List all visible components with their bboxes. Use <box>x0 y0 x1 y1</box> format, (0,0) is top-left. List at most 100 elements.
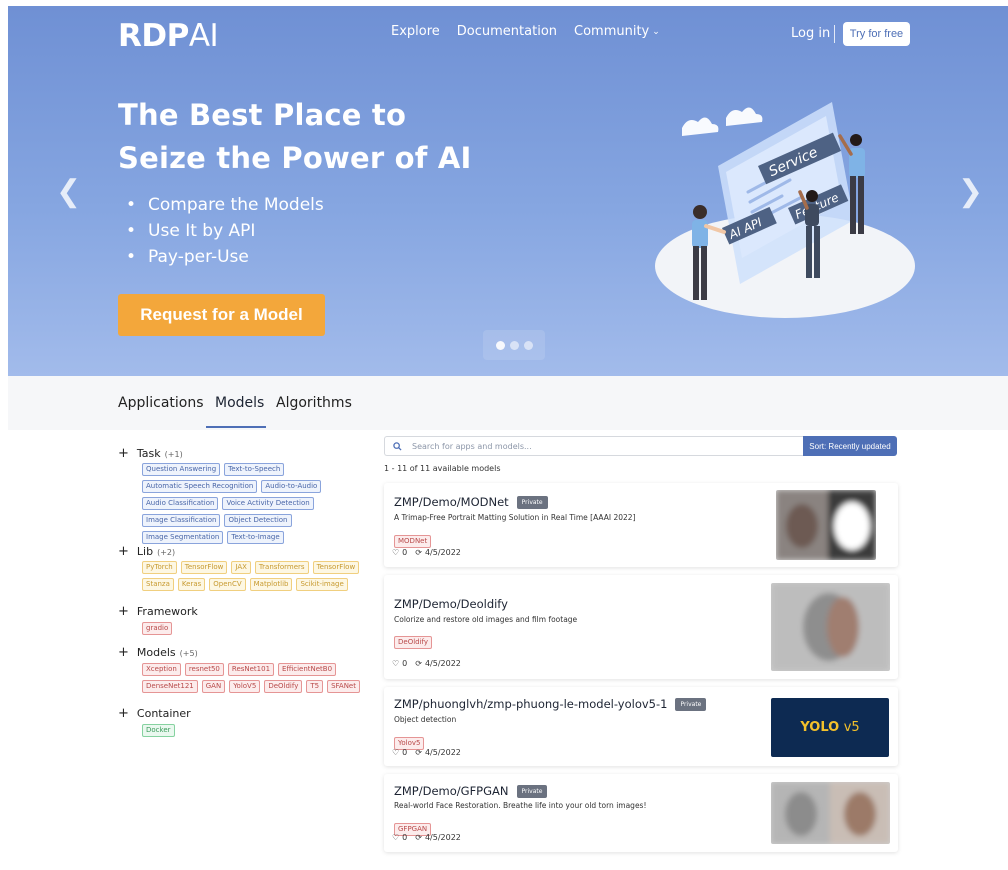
filter-tag[interactable]: DenseNet121 <box>142 680 198 693</box>
tab-models[interactable]: Models <box>215 395 264 411</box>
filter-container-tags: Docker <box>142 724 374 737</box>
search-icon <box>393 441 402 451</box>
hero-bullet: Pay-per-Use <box>126 244 324 270</box>
model-card-title[interactable]: ZMP/Demo/GFPGAN Private <box>394 784 548 798</box>
filter-tag[interactable]: resnet50 <box>184 663 224 676</box>
plus-icon: + <box>118 645 129 660</box>
filter-tag[interactable]: Docker <box>142 724 175 737</box>
filter-tag[interactable]: Keras <box>177 578 206 591</box>
tab-applications[interactable]: Applications <box>118 395 204 411</box>
model-card[interactable]: ZMP/phuonglvh/zmp-phuong-le-model-yolov5… <box>384 687 898 766</box>
carousel-indicators <box>483 330 545 360</box>
nav-explore[interactable]: Explore <box>391 24 440 39</box>
heart-icon[interactable]: ♡ <box>392 659 399 668</box>
refresh-icon: ⟳ <box>415 833 422 842</box>
filter-tag[interactable]: Stanza <box>142 578 174 591</box>
hero-bullets: Compare the Models Use It by API Pay-per… <box>126 192 324 270</box>
search-box <box>384 436 804 456</box>
plus-icon: + <box>118 446 129 461</box>
filter-tag[interactable]: Scikit-image <box>296 578 348 591</box>
filter-tag[interactable]: Transformers <box>254 561 309 574</box>
filter-container-toggle[interactable]: + Container <box>118 706 191 721</box>
carousel-dot[interactable] <box>523 340 533 350</box>
filter-tag[interactable]: Object Detection <box>224 514 292 527</box>
model-card[interactable]: ZMP/Demo/Deoldify Colorize and restore o… <box>384 575 898 679</box>
filter-tag[interactable]: TensorFlow <box>312 561 360 574</box>
filter-lib-toggle[interactable]: + Lib (+2) <box>118 544 175 559</box>
model-card-stats: ♡ 0 ⟳ 4/5/2022 <box>392 748 461 757</box>
filter-tag[interactable]: Image Classification <box>142 514 221 527</box>
login-link[interactable]: Log in <box>791 26 830 41</box>
filter-tag[interactable]: GAN <box>201 680 226 693</box>
private-badge: Private <box>675 697 707 711</box>
filter-framework-toggle[interactable]: + Framework <box>118 604 198 619</box>
nav-divider <box>834 25 835 43</box>
filter-tag[interactable]: Image Segmentation <box>142 531 224 544</box>
model-card-stats: ♡ 0 ⟳ 4/5/2022 <box>392 548 461 557</box>
try-for-free-button[interactable]: Try for free <box>843 22 910 46</box>
filter-tag[interactable]: PyTorch <box>142 561 177 574</box>
carousel-prev-icon[interactable]: ❮ <box>56 174 81 209</box>
filter-lib-tags: PyTorch TensorFlow JAX Transformers Tens… <box>142 561 374 591</box>
carousel-dot[interactable] <box>495 340 505 350</box>
model-card-description: Real-world Face Restoration. Breathe lif… <box>394 801 647 810</box>
sort-button[interactable]: Sort: Recently updated <box>803 436 897 456</box>
request-model-button[interactable]: Request for a Model <box>118 294 325 336</box>
filter-tag[interactable]: DeOldify <box>264 680 303 693</box>
carousel-dot[interactable] <box>509 340 519 350</box>
heart-icon[interactable]: ♡ <box>392 748 399 757</box>
filter-tag[interactable]: Matplotlib <box>249 578 293 591</box>
model-card-title[interactable]: ZMP/Demo/Deoldify <box>394 597 508 611</box>
nav-community[interactable]: Community ⌄ <box>574 24 660 39</box>
filter-tag[interactable]: gradio <box>142 622 173 635</box>
filter-tag[interactable]: OpenCV <box>209 578 246 591</box>
model-card-title[interactable]: ZMP/phuonglvh/zmp-phuong-le-model-yolov5… <box>394 697 707 711</box>
filter-tag[interactable]: SFANet <box>327 680 360 693</box>
filter-tag[interactable]: TensorFlow <box>180 561 228 574</box>
filter-tag[interactable]: Automatic Speech Recognition <box>142 480 258 493</box>
model-tag[interactable]: MODNet <box>394 535 432 548</box>
model-card-title[interactable]: ZMP/Demo/MODNet Private <box>394 495 548 509</box>
results-count: 1 - 11 of 11 available models <box>384 464 501 473</box>
yolo-logo-text: YOLO v5 <box>800 720 860 735</box>
hero-bullet: Use It by API <box>126 218 324 244</box>
filter-tag[interactable]: Text-to-Speech <box>224 463 285 476</box>
hero-banner: RDPAI Explore Documentation Community ⌄ L… <box>8 6 1008 376</box>
filter-tag[interactable]: T5 <box>306 680 324 693</box>
filter-tag[interactable]: EfficientNetB0 <box>278 663 337 676</box>
search-input[interactable] <box>412 441 782 451</box>
refresh-icon: ⟳ <box>415 748 422 757</box>
hero-bullet: Compare the Models <box>126 192 324 218</box>
filter-tag[interactable]: Xception <box>142 663 181 676</box>
nav-documentation[interactable]: Documentation <box>457 24 557 39</box>
thumbnail-image <box>771 782 890 844</box>
heart-icon[interactable]: ♡ <box>392 548 399 557</box>
model-thumbnail <box>771 782 890 844</box>
model-card-description: A Trimap-Free Portrait Matting Solution … <box>394 513 636 522</box>
filter-models-tags: Xception resnet50 ResNet101 EfficientNet… <box>142 663 374 693</box>
filter-tag[interactable]: Voice Activity Detection <box>222 497 314 510</box>
filter-tag[interactable]: Audio Classification <box>142 497 219 510</box>
private-badge: Private <box>516 784 548 798</box>
tab-algorithms[interactable]: Algorithms <box>276 395 352 411</box>
filter-tag[interactable]: Text-to-Image <box>227 531 284 544</box>
filter-tag[interactable]: YoloV5 <box>229 680 261 693</box>
filter-task-toggle[interactable]: + Task (+1) <box>118 446 183 461</box>
filter-tag[interactable]: Question Answering <box>142 463 221 476</box>
filter-tag[interactable]: ResNet101 <box>227 663 275 676</box>
filter-models-toggle[interactable]: + Models (+5) <box>118 645 198 660</box>
heart-icon[interactable]: ♡ <box>392 833 399 842</box>
filter-tag[interactable]: Audio-to-Audio <box>261 480 322 493</box>
model-card-stats: ♡ 0 ⟳ 4/5/2022 <box>392 833 461 842</box>
model-tag[interactable]: DeOldify <box>394 636 433 649</box>
hero-title: The Best Place to Seize the Power of AI <box>118 98 472 175</box>
filter-tag[interactable]: JAX <box>231 561 251 574</box>
logo[interactable]: RDPAI <box>118 18 219 54</box>
active-tab-indicator <box>206 426 266 428</box>
model-card[interactable]: ZMP/Demo/MODNet Private A Trimap-Free Por… <box>384 483 898 567</box>
refresh-icon: ⟳ <box>415 659 422 668</box>
model-card-description: Object detection <box>394 715 457 724</box>
carousel-next-icon[interactable]: ❯ <box>958 174 983 209</box>
chevron-down-icon: ⌄ <box>652 26 660 37</box>
model-card[interactable]: ZMP/Demo/GFPGAN Private Real-world Face R… <box>384 774 898 852</box>
